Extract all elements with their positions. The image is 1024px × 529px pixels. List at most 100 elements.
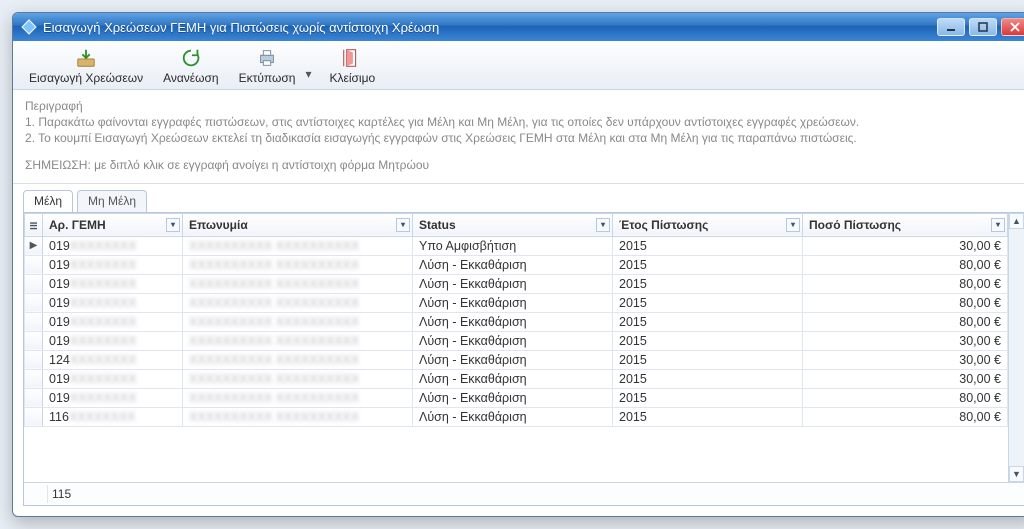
cell-status: Λύση - Εκκαθάριση: [413, 388, 613, 407]
data-table[interactable]: ☰ Αρ. ΓΕΜΗ▾ Επωνυμία▾ Status▾ Έτος Πίστω…: [24, 213, 1008, 427]
refresh-icon: [180, 47, 202, 69]
table-row[interactable]: 019XXXXXXXXXXXXXXXXXX XXXXXXXXXXΛύση - Ε…: [25, 331, 1008, 350]
cell-ar-gemh: 019XXXXXXXX: [43, 236, 183, 255]
cell-year: 2015: [613, 350, 803, 369]
cell-ar-gemh: 019XXXXXXXX: [43, 388, 183, 407]
close-door-icon: [341, 47, 363, 69]
cell-ar-gemh: 124XXXXXXXX: [43, 350, 183, 369]
cell-name: XXXXXXXXXX XXXXXXXXXX: [183, 236, 413, 255]
maximize-button[interactable]: [969, 18, 997, 36]
cell-name: XXXXXXXXXX XXXXXXXXXX: [183, 312, 413, 331]
row-indicator: [25, 407, 43, 426]
cell-name: XXXXXXXXXX XXXXXXXXXX: [183, 369, 413, 388]
cell-ar-gemh: 019XXXXXXXX: [43, 274, 183, 293]
table-row[interactable]: 019XXXXXXXXXXXXXXXXXX XXXXXXXXXXΛύση - Ε…: [25, 312, 1008, 331]
cell-amount: 80,00 €: [803, 407, 1008, 426]
row-indicator: [25, 255, 43, 274]
row-indicator: ▶: [25, 236, 43, 255]
col-status[interactable]: Status▾: [413, 213, 613, 236]
cell-year: 2015: [613, 274, 803, 293]
column-chooser-icon[interactable]: ☰: [29, 221, 37, 231]
import-icon: [75, 47, 97, 69]
scroll-up-button[interactable]: ▲: [1009, 213, 1024, 229]
row-count: 115: [48, 485, 75, 503]
cell-year: 2015: [613, 407, 803, 426]
cell-name: XXXXXXXXXX XXXXXXXXXX: [183, 407, 413, 426]
row-indicator: [25, 331, 43, 350]
row-indicator: [25, 350, 43, 369]
filter-dropdown-icon[interactable]: ▾: [596, 218, 610, 232]
cell-status: Λύση - Εκκαθάριση: [413, 407, 613, 426]
cell-amount: 30,00 €: [803, 331, 1008, 350]
cell-status: Λύση - Εκκαθάριση: [413, 293, 613, 312]
grid: ☰ Αρ. ΓΕΜΗ▾ Επωνυμία▾ Status▾ Έτος Πίστω…: [23, 212, 1024, 506]
cell-name: XXXXXXXXXX XXXXXXXXXX: [183, 274, 413, 293]
cell-ar-gemh: 019XXXXXXXX: [43, 369, 183, 388]
print-label: Εκτύπωση: [239, 71, 296, 85]
import-charges-label: Εισαγωγή Χρεώσεων: [29, 71, 143, 85]
table-row[interactable]: ▶019XXXXXXXXXXXXXXXXXX XXXXXXXXXXΥπο Αμφ…: [25, 236, 1008, 255]
tabs: Μέλη Μη Μέλη: [13, 184, 1024, 212]
cell-status: Λύση - Εκκαθάριση: [413, 274, 613, 293]
table-row[interactable]: 019XXXXXXXXXXXXXXXXXX XXXXXXXXXXΛύση - Ε…: [25, 274, 1008, 293]
vertical-scrollbar[interactable]: ▲ ▼: [1008, 213, 1024, 482]
table-row[interactable]: 019XXXXXXXXXXXXXXXXXX XXXXXXXXXXΛύση - Ε…: [25, 255, 1008, 274]
cell-status: Λύση - Εκκαθάριση: [413, 350, 613, 369]
cell-status: Λύση - Εκκαθάριση: [413, 255, 613, 274]
close-button[interactable]: Κλείσιμο: [319, 45, 385, 87]
filter-dropdown-icon[interactable]: ▾: [396, 218, 410, 232]
cell-status: Υπο Αμφισβήτιση: [413, 236, 613, 255]
cell-amount: 80,00 €: [803, 274, 1008, 293]
print-dropdown-button[interactable]: ▾: [305, 67, 319, 87]
cell-name: XXXXXXXXXX XXXXXXXXXX: [183, 388, 413, 407]
minimize-button[interactable]: [937, 18, 965, 36]
cell-amount: 80,00 €: [803, 312, 1008, 331]
cell-name: XXXXXXXXXX XXXXXXXXXX: [183, 331, 413, 350]
table-row[interactable]: 116XXXXXXXXXXXXXXXXXX XXXXXXXXXXΛύση - Ε…: [25, 407, 1008, 426]
col-ar-gemh[interactable]: Αρ. ΓΕΜΗ▾: [43, 213, 183, 236]
print-button[interactable]: Εκτύπωση: [229, 45, 306, 87]
cell-ar-gemh: 019XXXXXXXX: [43, 293, 183, 312]
cell-ar-gemh: 019XXXXXXXX: [43, 255, 183, 274]
cell-year: 2015: [613, 369, 803, 388]
toolbar: Εισαγωγή Χρεώσεων Ανανέωση Εκτύπωση ▾ Κλ…: [13, 41, 1024, 90]
cell-status: Λύση - Εκκαθάριση: [413, 331, 613, 350]
filter-dropdown-icon[interactable]: ▾: [991, 218, 1005, 232]
cell-amount: 30,00 €: [803, 369, 1008, 388]
refresh-button[interactable]: Ανανέωση: [153, 45, 229, 87]
row-indicator: [25, 293, 43, 312]
app-diamond-icon: [21, 19, 37, 35]
cell-ar-gemh: 019XXXXXXXX: [43, 331, 183, 350]
cell-year: 2015: [613, 293, 803, 312]
table-row[interactable]: 019XXXXXXXXXXXXXXXXXX XXXXXXXXXXΛύση - Ε…: [25, 293, 1008, 312]
cell-name: XXXXXXXXXX XXXXXXXXXX: [183, 293, 413, 312]
filter-dropdown-icon[interactable]: ▾: [786, 218, 800, 232]
cell-ar-gemh: 116XXXXXXXX: [43, 407, 183, 426]
filter-dropdown-icon[interactable]: ▾: [166, 218, 180, 232]
scroll-down-button[interactable]: ▼: [1009, 466, 1024, 482]
table-row[interactable]: 124XXXXXXXXXXXXXXXXXX XXXXXXXXXXΛύση - Ε…: [25, 350, 1008, 369]
cell-amount: 30,00 €: [803, 350, 1008, 369]
tab-members[interactable]: Μέλη: [23, 190, 73, 212]
row-indicator: [25, 369, 43, 388]
description-panel: Περιγραφή 1. Παρακάτω φαίνονται εγγραφές…: [13, 90, 1024, 184]
cell-name: XXXXXXXXXX XXXXXXXXXX: [183, 350, 413, 369]
row-indicator: [25, 388, 43, 407]
cell-amount: 80,00 €: [803, 388, 1008, 407]
cell-year: 2015: [613, 312, 803, 331]
col-name[interactable]: Επωνυμία▾: [183, 213, 413, 236]
row-indicator: [25, 312, 43, 331]
row-selector-header[interactable]: ☰: [25, 213, 43, 236]
table-row[interactable]: 019XXXXXXXXXXXXXXXXXX XXXXXXXXXXΛύση - Ε…: [25, 369, 1008, 388]
table-row[interactable]: 019XXXXXXXXXXXXXXXXXX XXXXXXXXXXΛύση - Ε…: [25, 388, 1008, 407]
tab-nonmembers[interactable]: Μη Μέλη: [77, 190, 147, 212]
import-charges-button[interactable]: Εισαγωγή Χρεώσεων: [19, 45, 153, 87]
close-label: Κλείσιμο: [329, 71, 375, 85]
cell-year: 2015: [613, 255, 803, 274]
cell-year: 2015: [613, 236, 803, 255]
cell-name: XXXXXXXXXX XXXXXXXXXX: [183, 255, 413, 274]
titlebar[interactable]: Εισαγωγή Χρεώσεων ΓΕΜΗ για Πιστώσεις χωρ…: [13, 13, 1024, 41]
close-window-button[interactable]: [1001, 18, 1024, 36]
col-year[interactable]: Έτος Πίστωσης▾: [613, 213, 803, 236]
col-amount[interactable]: Ποσό Πίστωσης▾: [803, 213, 1008, 236]
